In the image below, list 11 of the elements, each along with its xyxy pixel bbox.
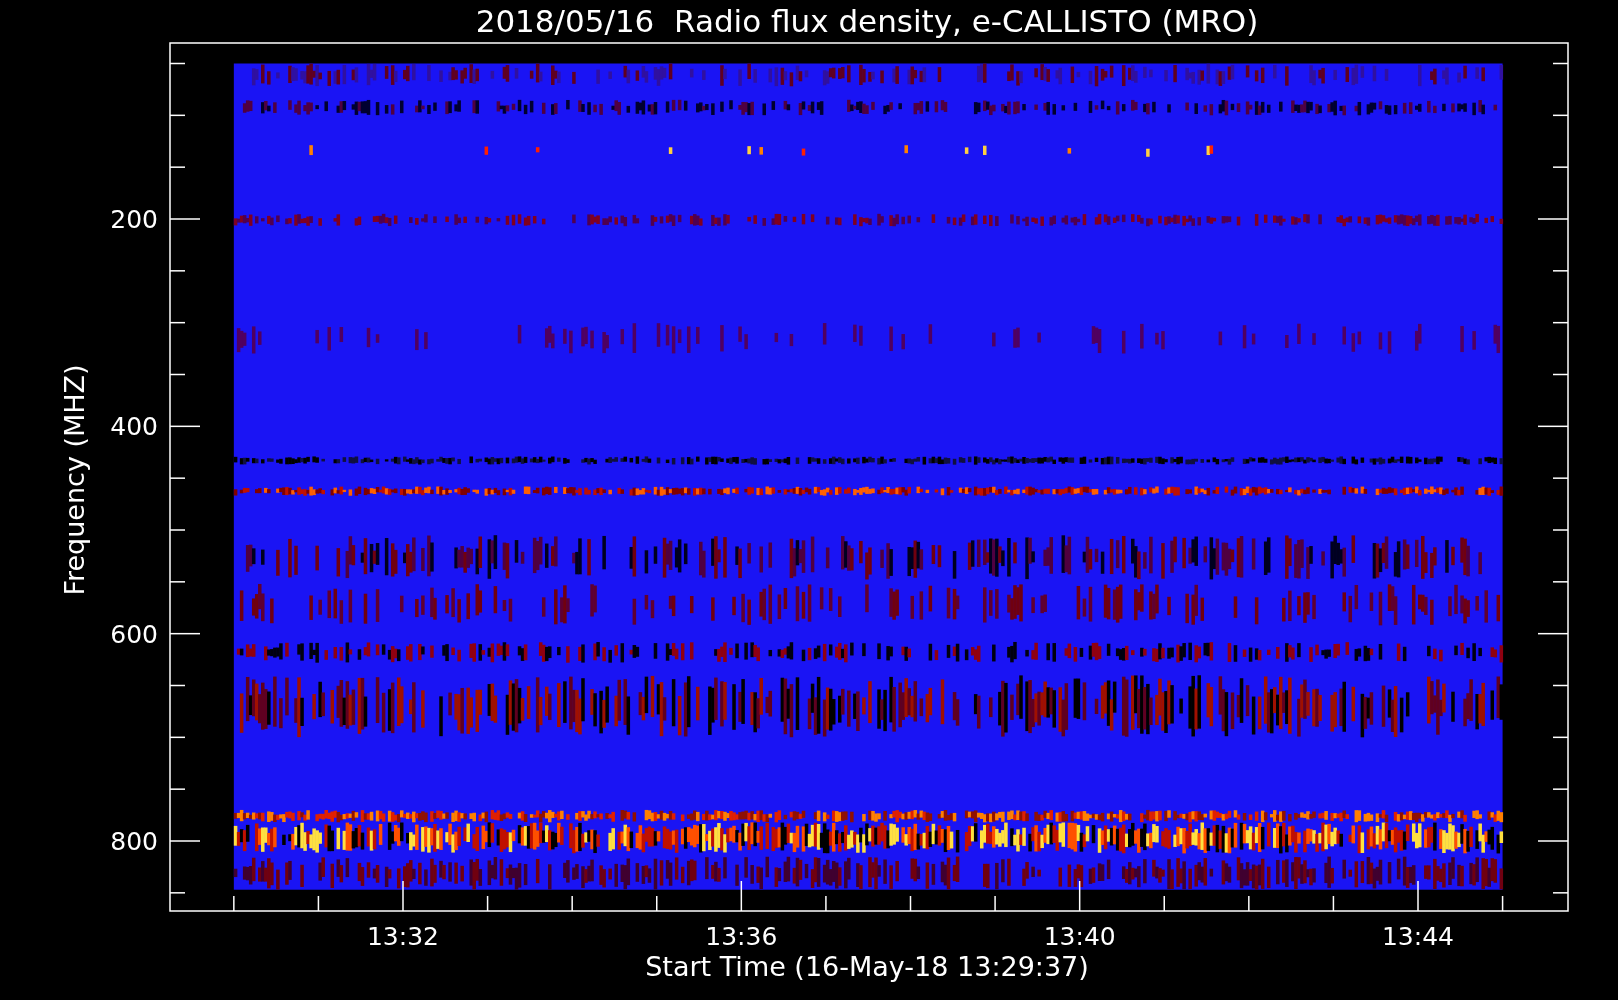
x-tick-label: 13:32 — [367, 922, 439, 951]
x-axis-label: Start Time (16-May-18 13:29:37) — [645, 951, 1089, 982]
y-tick-label: 800 — [110, 827, 158, 856]
y-tick-label: 400 — [110, 412, 158, 442]
y-axis-label: Frequency (MHZ) — [59, 364, 90, 596]
x-tick-label: 13:44 — [1382, 922, 1454, 951]
y-tick-label: 600 — [110, 619, 158, 649]
x-tick-label: 13:40 — [1043, 922, 1116, 951]
x-tick-label: 13:36 — [705, 922, 778, 951]
chart-title: 2018/05/16 Radio flux density, e-CALLISTO (MRO) — [475, 3, 1259, 39]
y-tick-label: 200 — [110, 205, 158, 234]
